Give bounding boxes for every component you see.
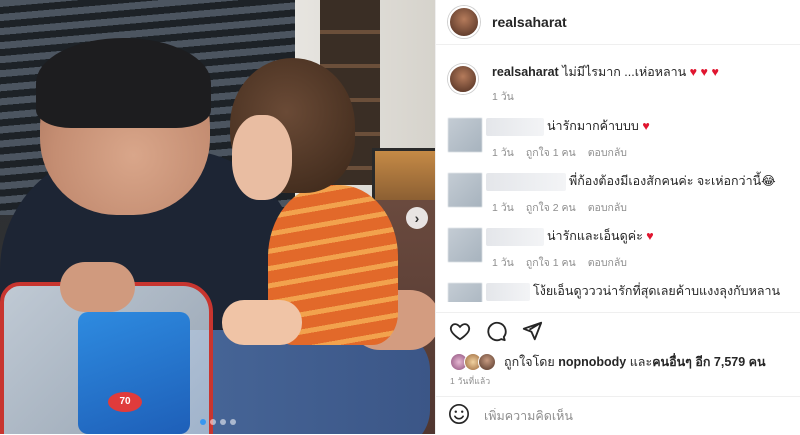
likes-count[interactable]: อีก 7,579 คน <box>695 352 765 372</box>
likes-others[interactable]: คนอื่นๆ <box>652 352 692 372</box>
reply-button[interactable]: ตอบกลับ <box>588 199 627 216</box>
blurred-username[interactable] <box>486 228 544 246</box>
comment-item: โง้ยเอ็นดูวววน่ารักที่สุดเลยค้าบแงงลุงกั… <box>436 283 800 302</box>
comment-likes[interactable]: ถูกใจ 1 คน <box>526 144 576 161</box>
heart-icon: ♥ ♥ ♥ <box>689 65 719 79</box>
comment-time[interactable]: 1 วัน <box>492 144 514 161</box>
avatar[interactable] <box>448 6 480 38</box>
caption: realsaharat ไม่มีไรมาก ...เห่อหลาน ♥ ♥ ♥… <box>436 52 800 106</box>
carousel-next-button[interactable]: › <box>406 207 428 229</box>
heart-icon: ♥ <box>646 229 654 243</box>
reply-button[interactable]: ตอบกลับ <box>588 144 627 161</box>
carousel-dots <box>0 419 435 425</box>
liker-avatars[interactable] <box>450 353 496 371</box>
post-timestamp[interactable]: 1 วันที่แล้ว <box>450 374 490 388</box>
comments-list[interactable]: realsaharat ไม่มีไรมาก ...เห่อหลาน ♥ ♥ ♥… <box>436 52 800 302</box>
post-photo[interactable]: 70 › <box>0 0 435 434</box>
carousel-dot[interactable] <box>219 419 226 425</box>
post-panel: realsaharat realsaharat ไม่มีไรมาก ...เห… <box>435 0 800 434</box>
comment-time[interactable]: 1 วัน <box>492 254 514 271</box>
post-actions <box>436 312 800 349</box>
child-arm <box>222 300 302 345</box>
caption-text: ไม่มีไรมาก ...เห่อหลาน <box>562 65 687 79</box>
chevron-right-icon: › <box>414 210 420 226</box>
comment-likes[interactable]: ถูกใจ 2 คน <box>526 199 576 216</box>
comment-text: โง้ยเอ็นดูวววน่ารักที่สุดเลยค้าบแงงลุงกั… <box>533 283 783 302</box>
blurred-username[interactable] <box>486 283 530 301</box>
add-comment-bar <box>436 396 800 435</box>
child-face <box>232 115 292 200</box>
blurred-avatar[interactable] <box>448 173 482 207</box>
likes-user[interactable]: nopnobody <box>558 355 626 369</box>
speech-bubble-icon[interactable] <box>484 319 508 343</box>
toy-badge: 70 <box>108 392 142 412</box>
blurred-avatar[interactable] <box>448 283 482 302</box>
caption-avatar[interactable] <box>448 64 478 94</box>
blurred-username[interactable] <box>486 118 544 136</box>
comment-input[interactable] <box>482 408 766 424</box>
blurred-avatar[interactable] <box>448 118 482 152</box>
paper-plane-icon[interactable] <box>520 319 544 343</box>
man-hair <box>36 38 211 128</box>
comment-text: น่ารักและเอ็นดูค่ะ ♥ <box>547 229 654 243</box>
comment-text: พี่ก้องต้องมีเองสักคนค่ะ จะเห่อกว่านี้😂 <box>569 174 776 188</box>
likes-prefix: ถูกใจโดย <box>504 355 555 369</box>
comment-time[interactable]: 1 วัน <box>492 199 514 216</box>
caption-username[interactable]: realsaharat <box>492 65 559 79</box>
reply-button[interactable]: ตอบกลับ <box>588 254 627 271</box>
comment-likes[interactable]: ถูกใจ 1 คน <box>526 254 576 271</box>
heart-outline-icon[interactable] <box>448 319 472 343</box>
likes-and: และ <box>629 355 653 369</box>
toy-box <box>78 312 190 434</box>
smiley-icon[interactable] <box>448 403 470 430</box>
heart-icon: ♥ ♥ ♥ <box>628 301 657 302</box>
header-username[interactable]: realsaharat <box>492 14 567 30</box>
post-header: realsaharat <box>436 0 800 45</box>
man-hand <box>60 262 135 312</box>
avatar <box>478 353 496 371</box>
likes-summary: ถูกใจโดย nopnobody และ คนอื่นๆ อีก 7,579 … <box>450 352 766 372</box>
comment-text: น่ารักมากค้าบบบ ♥ <box>547 119 650 133</box>
heart-icon: ♥ <box>642 119 650 133</box>
caption-time[interactable]: 1 วัน <box>492 89 514 106</box>
carousel-dot[interactable] <box>209 419 216 425</box>
comment-item: น่ารักและเอ็นดูค่ะ ♥ 1 วัน ถูกใจ 1 คน ตอ… <box>436 228 800 271</box>
carousel-dot[interactable] <box>229 419 236 425</box>
blurred-username[interactable] <box>486 173 566 191</box>
comment-item: พี่ก้องต้องมีเองสักคนค่ะ จะเห่อกว่านี้😂 … <box>436 173 800 216</box>
blurred-avatar[interactable] <box>448 228 482 262</box>
carousel-dot[interactable] <box>199 419 206 425</box>
comment-item: น่ารักมากค้าบบบ ♥ 1 วัน ถูกใจ 1 คน ตอบกล… <box>436 118 800 161</box>
